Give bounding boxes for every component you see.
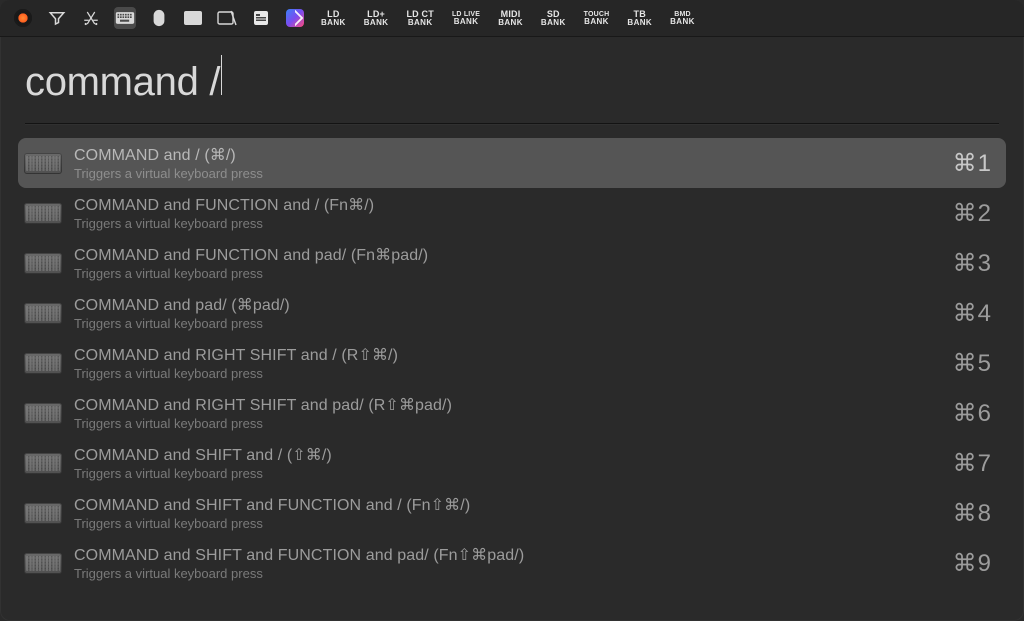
- result-text: COMMAND and FUNCTION and / (Fn⌘/) Trigge…: [74, 195, 941, 231]
- davinci-app-icon[interactable]: [12, 7, 34, 29]
- keyboard-icon: [24, 400, 62, 426]
- result-title: COMMAND and / (⌘/): [74, 145, 941, 165]
- tablet-icon[interactable]: [216, 7, 238, 29]
- result-row[interactable]: COMMAND and RIGHT SHIFT and pad/ (R⇧⌘pad…: [18, 388, 1006, 438]
- keyboard-icon: [24, 550, 62, 576]
- shortcuts-icon[interactable]: [284, 7, 306, 29]
- search-input[interactable]: command /: [25, 55, 999, 105]
- result-title: COMMAND and RIGHT SHIFT and / (R⇧⌘/): [74, 345, 941, 365]
- result-shortcut: ⌘8: [953, 499, 992, 528]
- result-title: COMMAND and SHIFT and FUNCTION and / (Fn…: [74, 495, 941, 515]
- keyboard-icon: [24, 450, 62, 476]
- bank-ld-plus[interactable]: LD+ BANK: [361, 10, 392, 27]
- result-row[interactable]: COMMAND and SHIFT and FUNCTION and / (Fn…: [18, 488, 1006, 538]
- result-text: COMMAND and pad/ (⌘pad/) Triggers a virt…: [74, 295, 941, 331]
- result-subtitle: Triggers a virtual keyboard press: [74, 216, 941, 231]
- result-shortcut: ⌘1: [953, 149, 992, 178]
- result-shortcut: ⌘6: [953, 399, 992, 428]
- result-shortcut: ⌘4: [953, 299, 992, 328]
- filter-icon[interactable]: [46, 7, 68, 29]
- search-console-window: LD BANK LD+ BANK LD CT BANK LD LIVE BANK…: [0, 0, 1024, 621]
- trackpad-icon[interactable]: [182, 7, 204, 29]
- result-subtitle: Triggers a virtual keyboard press: [74, 266, 941, 281]
- result-subtitle: Triggers a virtual keyboard press: [74, 516, 941, 531]
- result-row[interactable]: COMMAND and SHIFT and / (⇧⌘/) Triggers a…: [18, 438, 1006, 488]
- result-shortcut: ⌘5: [953, 349, 992, 378]
- keyboard-icon: [24, 150, 62, 176]
- result-shortcut: ⌘7: [953, 449, 992, 478]
- keyboard-icon: [24, 500, 62, 526]
- result-text: COMMAND and RIGHT SHIFT and / (R⇧⌘/) Tri…: [74, 345, 941, 381]
- result-title: COMMAND and SHIFT and / (⇧⌘/): [74, 445, 941, 465]
- bank-tb[interactable]: TB BANK: [624, 10, 655, 27]
- result-title: COMMAND and pad/ (⌘pad/): [74, 295, 941, 315]
- results-list: COMMAND and / (⌘/) Triggers a virtual ke…: [0, 128, 1024, 621]
- toolbar: LD BANK LD+ BANK LD CT BANK LD LIVE BANK…: [0, 0, 1024, 37]
- bank-sd[interactable]: SD BANK: [538, 10, 569, 27]
- result-subtitle: Triggers a virtual keyboard press: [74, 166, 941, 181]
- divider: [25, 123, 999, 124]
- result-subtitle: Triggers a virtual keyboard press: [74, 416, 941, 431]
- result-text: COMMAND and RIGHT SHIFT and pad/ (R⇧⌘pad…: [74, 395, 941, 431]
- result-title: COMMAND and FUNCTION and / (Fn⌘/): [74, 195, 941, 215]
- search-query-text: command /: [25, 60, 220, 105]
- result-text: COMMAND and FUNCTION and pad/ (Fn⌘pad/) …: [74, 245, 941, 281]
- result-row[interactable]: COMMAND and FUNCTION and pad/ (Fn⌘pad/) …: [18, 238, 1006, 288]
- keyboard-icon[interactable]: [114, 7, 136, 29]
- keyboard-icon: [24, 250, 62, 276]
- result-row[interactable]: COMMAND and FUNCTION and / (Fn⌘/) Trigge…: [18, 188, 1006, 238]
- bank-midi[interactable]: MIDI BANK: [495, 10, 526, 27]
- bank-bmd[interactable]: BMD BANK: [667, 11, 698, 26]
- caret: [221, 55, 222, 95]
- bank-ld-ct[interactable]: LD CT BANK: [403, 10, 437, 27]
- result-subtitle: Triggers a virtual keyboard press: [74, 366, 941, 381]
- result-text: COMMAND and SHIFT and FUNCTION and pad/ …: [74, 545, 941, 581]
- mouse-icon[interactable]: [148, 7, 170, 29]
- result-row[interactable]: COMMAND and RIGHT SHIFT and / (R⇧⌘/) Tri…: [18, 338, 1006, 388]
- result-title: COMMAND and SHIFT and FUNCTION and pad/ …: [74, 545, 941, 565]
- bank-ld[interactable]: LD BANK: [318, 10, 349, 27]
- appstore-icon[interactable]: [80, 7, 102, 29]
- result-text: COMMAND and SHIFT and FUNCTION and / (Fn…: [74, 495, 941, 531]
- result-shortcut: ⌘2: [953, 199, 992, 228]
- result-row[interactable]: COMMAND and / (⌘/) Triggers a virtual ke…: [18, 138, 1006, 188]
- keyboard-icon: [24, 350, 62, 376]
- result-text: COMMAND and SHIFT and / (⇧⌘/) Triggers a…: [74, 445, 941, 481]
- bank-touch[interactable]: TOUCH BANK: [581, 11, 613, 26]
- result-shortcut: ⌘3: [953, 249, 992, 278]
- result-text: COMMAND and / (⌘/) Triggers a virtual ke…: [74, 145, 941, 181]
- result-title: COMMAND and RIGHT SHIFT and pad/ (R⇧⌘pad…: [74, 395, 941, 415]
- keyboard-icon: [24, 200, 62, 226]
- search-area: command /: [0, 37, 1024, 128]
- result-subtitle: Triggers a virtual keyboard press: [74, 466, 941, 481]
- bank-ld-live[interactable]: LD LIVE BANK: [449, 11, 483, 26]
- result-shortcut: ⌘9: [953, 549, 992, 578]
- result-row[interactable]: COMMAND and pad/ (⌘pad/) Triggers a virt…: [18, 288, 1006, 338]
- result-title: COMMAND and FUNCTION and pad/ (Fn⌘pad/): [74, 245, 941, 265]
- page-icon[interactable]: [250, 7, 272, 29]
- result-subtitle: Triggers a virtual keyboard press: [74, 316, 941, 331]
- result-subtitle: Triggers a virtual keyboard press: [74, 566, 941, 581]
- keyboard-icon: [24, 300, 62, 326]
- result-row[interactable]: COMMAND and SHIFT and FUNCTION and pad/ …: [18, 538, 1006, 588]
